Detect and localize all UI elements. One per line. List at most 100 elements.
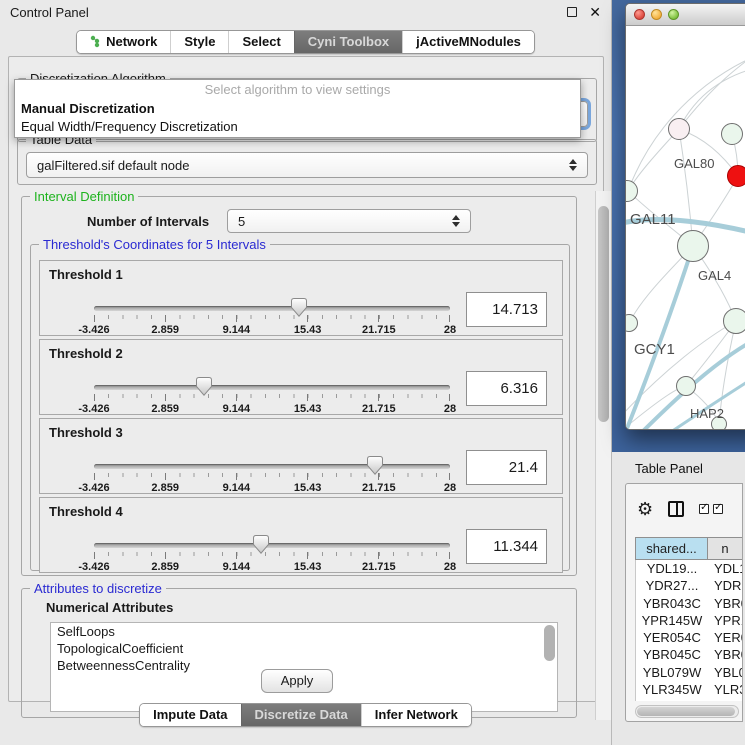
interval-definition-group: Interval Definition Number of Intervals … [21, 196, 577, 576]
table-row[interactable]: YBR043CYBR0 [636, 595, 742, 612]
threshold-label: Threshold 2 [49, 346, 123, 361]
threshold-2-value-field[interactable]: 6.316 [466, 371, 547, 406]
checkbox-icon[interactable] [713, 504, 723, 514]
tab-select[interactable]: Select [228, 31, 293, 53]
float-window-icon[interactable] [567, 7, 577, 17]
combo-arrows-icon [452, 215, 460, 227]
network-view-window[interactable]: GAL80 GA C GAL11 GAL4 GCY1 H HAP2 [625, 3, 745, 430]
table-row[interactable]: YBR045CYBR0 [636, 646, 742, 663]
table-data-combobox[interactable]: galFiltered.sif default node [26, 152, 588, 178]
tab-impute-data[interactable]: Impute Data [140, 704, 240, 726]
network-canvas[interactable]: GAL80 GA C GAL11 GAL4 GCY1 H HAP2 [626, 26, 745, 430]
threshold-4-slider[interactable]: -3.4262.859 9.14415.43 21.71528 [94, 534, 450, 574]
threshold-2-slider[interactable]: -3.4262.859 9.14415.43 21.71528 [94, 376, 450, 416]
threshold-1-slider[interactable]: -3.4262.859 9.14415.43 21.71528 [94, 297, 450, 337]
tab-cyni-toolbox[interactable]: Cyni Toolbox [294, 31, 402, 53]
tab-infer-network[interactable]: Infer Network [361, 704, 471, 726]
top-tab-bar: Network Style Select Cyni Toolbox jActiv… [0, 30, 611, 54]
list-item[interactable]: TopologicalCoefficient [51, 640, 557, 657]
network-edges [626, 26, 745, 430]
network-icon [90, 35, 101, 48]
table-horizontal-scrollbar[interactable] [635, 705, 739, 718]
table-row[interactable]: YER054CYER0 [636, 629, 742, 646]
network-window-titlebar[interactable] [626, 4, 745, 26]
tab-discretize-data[interactable]: Discretize Data [241, 704, 361, 726]
node-attribute-table: shared... n YDL19...YDL1 YDR27...YDR2 YB… [635, 537, 742, 701]
combo-arrows-icon [569, 159, 577, 171]
cyni-toolbox-pane: Discretization Algorithm Select algorith… [8, 56, 604, 702]
node-unlabeled[interactable] [721, 123, 743, 145]
slider-scale-labels: -3.4262.859 9.14415.43 21.71528 [94, 403, 450, 415]
column-header-shared-name[interactable]: shared... [636, 538, 708, 559]
table-panel: Table Panel ⚙ shared... n YDL19...YDL1 Y… [612, 452, 745, 745]
split-columns-icon[interactable] [668, 501, 684, 517]
tab-network[interactable]: Network [77, 31, 170, 53]
threshold-2-panel: Threshold 2 -3.4262.859 9.14415.43 [39, 339, 563, 415]
threshold-label: Threshold 3 [49, 425, 123, 440]
threshold-label: Threshold 1 [49, 267, 123, 282]
gear-icon[interactable]: ⚙ [637, 500, 653, 518]
table-rows: YDL19...YDL1 YDR27...YDR2 YBR043CYBR0 YP… [635, 560, 742, 701]
list-item[interactable]: SelfLoops [51, 623, 557, 640]
node-label: GAL80 [674, 156, 714, 171]
numerical-attributes-list[interactable]: SelfLoops TopologicalCoefficient Between… [50, 622, 558, 712]
dropdown-option-equal-width[interactable]: Equal Width/Frequency Discretization [15, 118, 580, 136]
window-close-icon[interactable] [634, 9, 645, 20]
threshold-3-slider[interactable]: -3.4262.859 9.14415.43 21.71528 [94, 455, 450, 495]
table-toolbar: ⚙ [626, 490, 723, 528]
num-intervals-label: Number of Intervals [87, 214, 209, 229]
table-row[interactable]: YPR145WYPR1 [636, 612, 742, 629]
node-gal80[interactable] [668, 118, 690, 140]
algorithm-dropdown-popup: Select algorithm to view settings Manual… [14, 79, 581, 138]
table-row[interactable]: YBL079WYBL0 [636, 664, 742, 681]
checkbox-icon[interactable] [699, 504, 709, 514]
threshold-4-value-field[interactable]: 11.344 [466, 529, 547, 564]
column-header-name[interactable]: n [708, 538, 742, 559]
control-panel: Control Panel ✕ Network Style Select Cyn… [0, 0, 612, 745]
numerical-attributes-label: Numerical Attributes [46, 600, 173, 615]
list-scrollbar[interactable] [544, 625, 555, 661]
group-title: Interval Definition [30, 191, 138, 204]
panel-title: Control Panel [10, 5, 567, 20]
group-title: Threshold's Coordinates for 5 Intervals [39, 237, 270, 252]
slider-track[interactable] [94, 385, 450, 390]
table-row[interactable]: YDR27...YDR2 [636, 577, 742, 594]
table-panel-body: ⚙ shared... n YDL19...YDL1 YDR27...YDR2 … [625, 483, 743, 722]
slider-scale-labels: -3.4262.859 9.14415.43 21.71528 [94, 482, 450, 494]
node-hap2[interactable] [676, 376, 696, 396]
num-intervals-combobox[interactable]: 5 [227, 209, 471, 233]
close-icon[interactable]: ✕ [589, 7, 601, 17]
thresholds-group: Threshold's Coordinates for 5 Intervals … [30, 244, 570, 571]
slider-track[interactable] [94, 306, 450, 311]
scrollbar-thumb[interactable] [598, 206, 609, 422]
node-gal4[interactable] [677, 230, 709, 262]
scrollbar-thumb[interactable] [637, 707, 735, 716]
window-zoom-icon[interactable] [668, 9, 679, 20]
settings-scrollbar[interactable] [595, 191, 611, 720]
node-label: HAP2 [690, 406, 724, 421]
threshold-label: Threshold 4 [49, 504, 123, 519]
table-data-value: galFiltered.sif default node [37, 158, 189, 173]
node-h[interactable] [723, 308, 745, 334]
slider-track[interactable] [94, 543, 450, 548]
settings-scroll-viewport: Interval Definition Number of Intervals … [17, 191, 597, 720]
dropdown-option-manual[interactable]: Manual Discretization [15, 100, 580, 118]
threshold-1-panel: Threshold 1 -3.4262.859 9.14415.43 [39, 260, 563, 336]
node-label: GAL4 [698, 268, 731, 283]
apply-button[interactable]: Apply [261, 669, 333, 693]
slider-track[interactable] [94, 464, 450, 469]
table-header-row: shared... n [635, 537, 742, 560]
window-minimize-icon[interactable] [651, 9, 662, 20]
threshold-1-value-field[interactable]: 14.713 [466, 292, 547, 327]
threshold-4-panel: Threshold 4 -3.4262.859 9.14415.43 [39, 497, 563, 573]
tab-style[interactable]: Style [170, 31, 228, 53]
table-row[interactable]: YDL19...YDL1 [636, 560, 742, 577]
bottom-tab-bar: Impute Data Discretize Data Infer Networ… [0, 703, 611, 727]
table-row[interactable]: YIL052CYIL0 [636, 698, 742, 701]
threshold-3-value-field[interactable]: 21.4 [466, 450, 547, 485]
table-data-group: Table Data galFiltered.sif default node [17, 139, 597, 185]
table-row[interactable]: YLR345WYLR3 [636, 681, 742, 698]
node-red[interactable] [727, 165, 745, 187]
tab-jactivemnodules[interactable]: jActiveMNodules [402, 31, 534, 53]
table-panel-title: Table Panel [635, 461, 703, 476]
